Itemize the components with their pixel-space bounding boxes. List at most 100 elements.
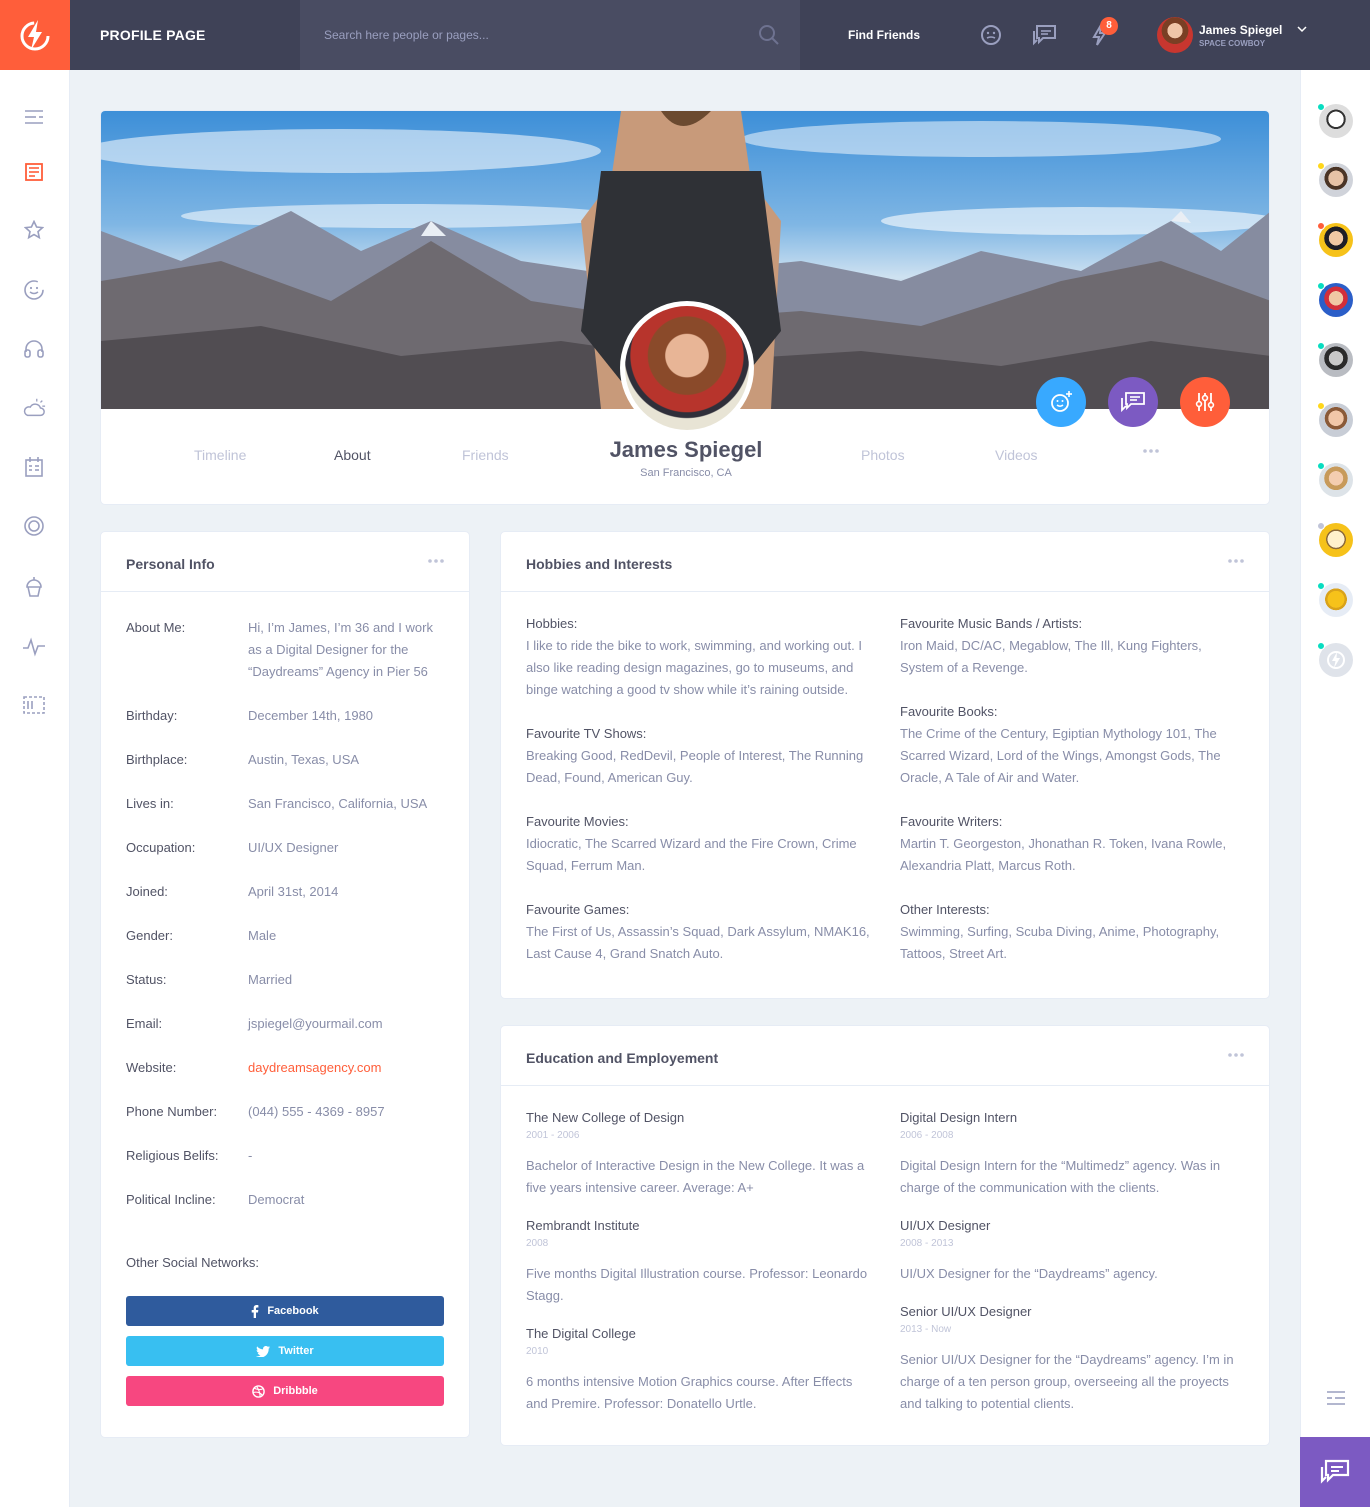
hobby-item: Favourite Games: The First of Us, Assassi…: [526, 899, 871, 965]
info-value: jspiegel@yourmail.com: [248, 1016, 383, 1031]
info-label: Phone Number:: [126, 1104, 218, 1119]
manage-widgets-icon[interactable]: [22, 693, 46, 717]
employment-title: Digital Design Intern: [900, 1110, 1018, 1125]
user-subtitle: SPACE COWBOY: [1199, 39, 1266, 48]
card-title: Hobbies and Interests: [526, 556, 673, 572]
more-options-icon[interactable]: [1143, 449, 1159, 453]
friend-avatar[interactable]: [1317, 402, 1353, 437]
more-options-icon[interactable]: [1228, 559, 1244, 563]
hobby-title: Favourite TV Shows:: [526, 726, 647, 741]
card-title: Education and Employement: [526, 1050, 719, 1066]
info-value: December 14th, 1980: [248, 708, 374, 723]
info-value: Hi, I’m James, I’m 36 and I work as a Di…: [248, 620, 433, 679]
newsfeed-icon[interactable]: [22, 160, 46, 184]
messages-icon[interactable]: [1031, 23, 1059, 47]
info-label: Birthday:: [126, 708, 178, 723]
hobby-title: Favourite Games:: [526, 902, 630, 917]
stats-pulse-icon[interactable]: [22, 635, 46, 659]
info-value: Male: [248, 928, 277, 943]
find-friends-link[interactable]: Find Friends: [848, 0, 920, 70]
info-value: (044) 555 - 4369 - 8957: [248, 1104, 385, 1119]
hobby-item: Favourite Books: The Crime of the Century…: [900, 701, 1245, 789]
profile-name: James Spiegel: [609, 437, 763, 462]
weather-icon[interactable]: [22, 396, 46, 420]
hobby-text: Swimming, Surfing, Scuba Diving, Anime, …: [900, 924, 1220, 961]
profile-avatar[interactable]: [620, 301, 754, 435]
chevron-down-icon: [1297, 26, 1307, 33]
employment-title: Senior UI/UX Designer: [900, 1304, 1032, 1319]
more-options-icon[interactable]: [1228, 1053, 1244, 1057]
more-options-icon[interactable]: [428, 559, 444, 563]
send-message-button[interactable]: [1108, 377, 1158, 427]
info-label: Status:: [126, 972, 167, 987]
website-link[interactable]: daydreamsagency.com: [248, 1057, 444, 1079]
add-friend-icon: [1051, 391, 1072, 412]
info-value: Married: [248, 972, 293, 987]
notification-badge: 8: [1100, 17, 1118, 35]
twitter-button[interactable]: Twitter: [126, 1336, 444, 1366]
user-menu[interactable]: James Spiegel SPACE COWBOY: [1157, 17, 1317, 53]
open-chat-button[interactable]: [1300, 1437, 1370, 1507]
info-value: Democrat: [248, 1192, 305, 1207]
menu-icon[interactable]: [22, 105, 46, 129]
employment-title: UI/UX Designer: [900, 1218, 991, 1233]
search-icon[interactable]: [758, 24, 780, 46]
info-value: -: [248, 1148, 253, 1163]
facebook-icon: [252, 1304, 259, 1318]
education-title: The New College of Design: [526, 1110, 685, 1125]
search-input[interactable]: [300, 0, 740, 70]
friend-avatar[interactable]: [1317, 162, 1353, 197]
star-icon[interactable]: [22, 218, 46, 242]
menu-icon[interactable]: [1326, 1390, 1346, 1406]
chat-icon: [1121, 392, 1145, 413]
friend-avatar[interactable]: [1317, 342, 1353, 377]
online-status-dot: [1317, 642, 1325, 650]
calendar-icon[interactable]: [22, 455, 46, 479]
dribbble-button[interactable]: Dribbble: [126, 1376, 444, 1406]
hobby-item: Favourite TV Shows: Breaking Good, RedDev…: [526, 723, 871, 789]
employment-item: UI/UX Designer 2008 - 2013 UI/UX Designer …: [900, 1217, 1245, 1285]
headphones-icon[interactable]: [22, 337, 46, 361]
hobby-text: Idiocratic, The Scarred Wizard and the F…: [526, 836, 857, 873]
add-friend-button[interactable]: [1036, 377, 1086, 427]
hobby-item: Favourite Writers: Martin T. Georgeston, …: [900, 811, 1245, 877]
hobby-text: The First of Us, Assassin’s Squad, Dark …: [526, 924, 870, 961]
friend-avatar[interactable]: [1317, 103, 1353, 138]
friend-avatar[interactable]: [1317, 282, 1353, 317]
friend-requests-icon[interactable]: [979, 23, 1003, 47]
hobby-item: Favourite Music Bands / Artists: Iron Mai…: [900, 613, 1245, 679]
education-text: 6 months intensive Motion Graphics cours…: [526, 1374, 853, 1411]
lightning-logo-icon: [20, 20, 50, 51]
friend-avatar[interactable]: [1317, 222, 1353, 257]
info-label: About Me:: [126, 620, 186, 635]
info-value: April 31st, 2014: [248, 884, 339, 899]
profile-settings-button[interactable]: [1180, 377, 1230, 427]
friend-avatar[interactable]: [1317, 522, 1353, 557]
happy-face-icon[interactable]: [22, 278, 46, 302]
friend-avatar[interactable]: [1317, 582, 1353, 617]
friend-avatar[interactable]: [1317, 642, 1353, 677]
info-label: Website:: [126, 1060, 177, 1075]
facebook-button[interactable]: Facebook: [126, 1296, 444, 1326]
avatar: [1157, 17, 1193, 53]
app-logo[interactable]: [0, 0, 70, 70]
friend-avatar[interactable]: [1317, 462, 1353, 497]
info-label: Religious Belifs:: [126, 1148, 219, 1163]
right-sidebar-friends: [1300, 70, 1370, 1507]
employment-text: UI/UX Designer for the “Daydreams” agenc…: [900, 1266, 1158, 1281]
info-value: UI/UX Designer: [248, 840, 339, 855]
employment-date: 2008 - 2013: [900, 1238, 954, 1249]
education-date: 2001 - 2006: [526, 1130, 580, 1141]
target-icon[interactable]: [22, 514, 46, 538]
cupcake-icon[interactable]: [22, 575, 46, 599]
tab-photos[interactable]: Photos: [861, 447, 905, 463]
user-name: James Spiegel: [1199, 23, 1283, 37]
info-label: Political Incline:: [126, 1192, 216, 1207]
education-date: 2008: [526, 1238, 549, 1249]
tab-videos[interactable]: Videos: [995, 447, 1038, 463]
facebook-label: Facebook: [267, 1305, 319, 1317]
info-label: Occupation:: [126, 840, 196, 855]
search-box: [300, 0, 800, 70]
education-title: The Digital College: [526, 1326, 636, 1341]
offline-status-dot: [1317, 522, 1325, 530]
